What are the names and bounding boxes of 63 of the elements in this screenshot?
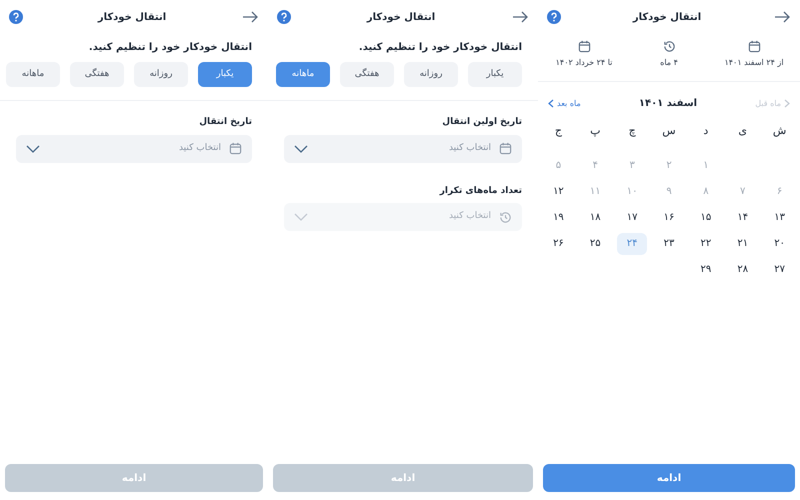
- day-cell[interactable]: ۱۸: [580, 206, 610, 228]
- placeholder-text: انتخاب کنید: [178, 142, 221, 155]
- weekday-label: چ: [628, 123, 636, 139]
- frequency-tab[interactable]: هفتگی: [70, 62, 124, 87]
- chevron-down-icon: [294, 144, 308, 152]
- chevron-left-icon: [548, 99, 554, 108]
- day-cell[interactable]: ۱۳: [764, 206, 795, 228]
- day-cell[interactable]: ۱۴: [728, 206, 758, 228]
- frequency-tab[interactable]: یکبار: [468, 62, 522, 87]
- day-cell[interactable]: ۱۹: [543, 206, 574, 228]
- day-cell[interactable]: ۲۲: [690, 232, 721, 254]
- chevron-down-icon: [294, 213, 308, 221]
- weekday-label: س: [662, 123, 676, 139]
- weekday-label: پ: [590, 123, 600, 139]
- weekday-label: د: [703, 123, 708, 139]
- day-cell[interactable]: ۲۹: [690, 258, 721, 280]
- chevron-right-icon: [784, 99, 790, 108]
- day-cell[interactable]: ۱۲: [543, 180, 574, 202]
- field-label: تاریخ انتقال: [198, 116, 252, 129]
- placeholder-text: انتخاب کنید: [448, 210, 491, 224]
- screen-title: انتقال خودکار: [366, 10, 436, 24]
- placeholder-text: انتخاب کنید: [448, 142, 491, 155]
- day-cell[interactable]: ۱۷: [617, 206, 648, 228]
- screen-title: انتقال خودکار: [98, 10, 166, 24]
- day-cell[interactable]: ۲۳: [654, 232, 684, 254]
- instruction-text: انتقال خودکار خود را تنظیم کنید.: [358, 42, 522, 53]
- frequency-tab[interactable]: ماهانه: [6, 62, 60, 87]
- field-label: تعداد ماه‌های تکرار: [438, 184, 522, 198]
- calendar-icon: [748, 40, 760, 53]
- help-icon[interactable]: [9, 10, 23, 24]
- calendar-icon: [499, 142, 512, 155]
- day-cell[interactable]: ۲۰: [764, 232, 795, 254]
- arrow-right-icon: [774, 11, 790, 23]
- field-label: تاریخ اولین انتقال: [441, 116, 522, 129]
- instruction-text: انتقال خودکار خود را تنظیم کنید.: [88, 42, 252, 53]
- help-icon[interactable]: [277, 10, 291, 24]
- calendar-icon: [578, 40, 590, 53]
- arrow-right-icon: [242, 11, 258, 23]
- day-cell[interactable]: ۲۶: [543, 232, 574, 254]
- summary-text: تا ۲۴ خرداد ۱۴۰۲: [556, 57, 612, 69]
- summary-text: ۴ ماه: [660, 57, 678, 69]
- day-cell[interactable]: ۱۶: [654, 206, 684, 228]
- screen-title: انتقال خودکار: [632, 10, 702, 24]
- help-icon[interactable]: [547, 10, 561, 24]
- day-cell[interactable]: ۲۱: [728, 232, 758, 254]
- clock-icon: [662, 40, 676, 53]
- day-cell[interactable]: ۲۸: [728, 258, 758, 280]
- frequency-tab[interactable]: هفتگی: [340, 62, 394, 87]
- next-month-button[interactable]: ماه بعد: [548, 98, 581, 110]
- day-cell[interactable]: ۲۷: [764, 258, 795, 280]
- calendar-icon: [229, 142, 242, 155]
- weekday-label: ج: [554, 123, 562, 139]
- day-cell[interactable]: ۲۵: [580, 232, 610, 254]
- summary-text: از ۲۴ اسفند ۱۴۰۱: [724, 57, 784, 69]
- frequency-tab[interactable]: روزانه: [134, 62, 188, 87]
- frequency-tab[interactable]: روزانه: [404, 62, 458, 87]
- day-cell[interactable]: ۱۵: [690, 206, 721, 228]
- weekday-label: ی: [738, 123, 748, 139]
- chevron-down-icon: [26, 144, 40, 152]
- clock-icon: [499, 210, 512, 224]
- month-title: اسفند ۱۴۰۱: [638, 97, 698, 111]
- weekday-label: ش: [772, 123, 786, 139]
- arrow-right-icon: [512, 11, 528, 23]
